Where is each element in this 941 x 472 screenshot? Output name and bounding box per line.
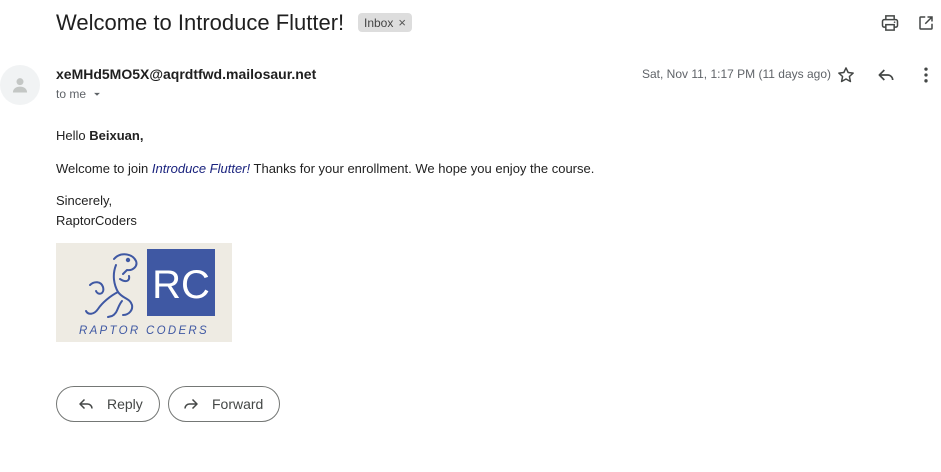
print-icon: [881, 15, 899, 31]
avatar[interactable]: [0, 65, 40, 105]
star-button[interactable]: [834, 63, 858, 87]
welcome-suffix: Thanks for your enrollment. We hope you …: [250, 161, 595, 176]
reply-button[interactable]: Reply: [56, 386, 160, 422]
signoff-line: Sincerely,: [56, 193, 113, 208]
open-in-new-window-button[interactable]: [914, 11, 938, 35]
greeting-line: Hello Beixuan,: [56, 128, 143, 143]
star-icon: [838, 67, 854, 83]
forward-icon: [184, 398, 198, 410]
greeting-name: Beixuan,: [89, 128, 144, 143]
reply-icon: [878, 69, 894, 81]
forward-button[interactable]: Forward: [168, 386, 280, 422]
recipient-line: to me: [56, 87, 87, 101]
raptor-icon: [85, 253, 138, 318]
more-vert-icon: [924, 67, 928, 83]
label-chip-inbox[interactable]: Inbox ×: [358, 13, 412, 32]
welcome-line: Welcome to join Introduce Flutter! Thank…: [56, 161, 594, 176]
caret-down-icon: [94, 92, 100, 96]
raptor-coders-logo: RC RAPTOR CODERS: [56, 243, 232, 342]
reply-header-button[interactable]: [874, 63, 898, 87]
logo-initials: RC: [152, 263, 210, 307]
course-name: Introduce Flutter!: [151, 161, 251, 176]
reply-icon: [79, 398, 93, 410]
forward-button-label: Forward: [212, 396, 264, 412]
logo-wordmark: RAPTOR CODERS: [79, 325, 209, 337]
recipient-details-toggle[interactable]: to me: [56, 87, 104, 101]
print-button[interactable]: [878, 11, 902, 35]
welcome-prefix: Welcome to join: [56, 161, 152, 176]
sender-address[interactable]: xeMHd5MO5X@aqrdtfwd.mailosaur.net: [56, 66, 316, 82]
logo-graphic: RC RAPTOR CODERS: [79, 249, 215, 337]
reply-button-label: Reply: [107, 396, 143, 412]
remove-label-icon[interactable]: ×: [398, 15, 406, 30]
person-icon: [12, 78, 28, 93]
label-chip-text: Inbox: [364, 15, 394, 30]
email-subject: Welcome to Introduce Flutter!: [56, 10, 345, 35]
more-options-button[interactable]: [914, 63, 938, 87]
signature-line: RaptorCoders: [56, 213, 137, 228]
open-in-new-window-icon: [919, 16, 933, 30]
greeting-prefix: Hello: [56, 128, 90, 143]
email-date: Sat, Nov 11, 1:17 PM (11 days ago): [642, 67, 831, 81]
